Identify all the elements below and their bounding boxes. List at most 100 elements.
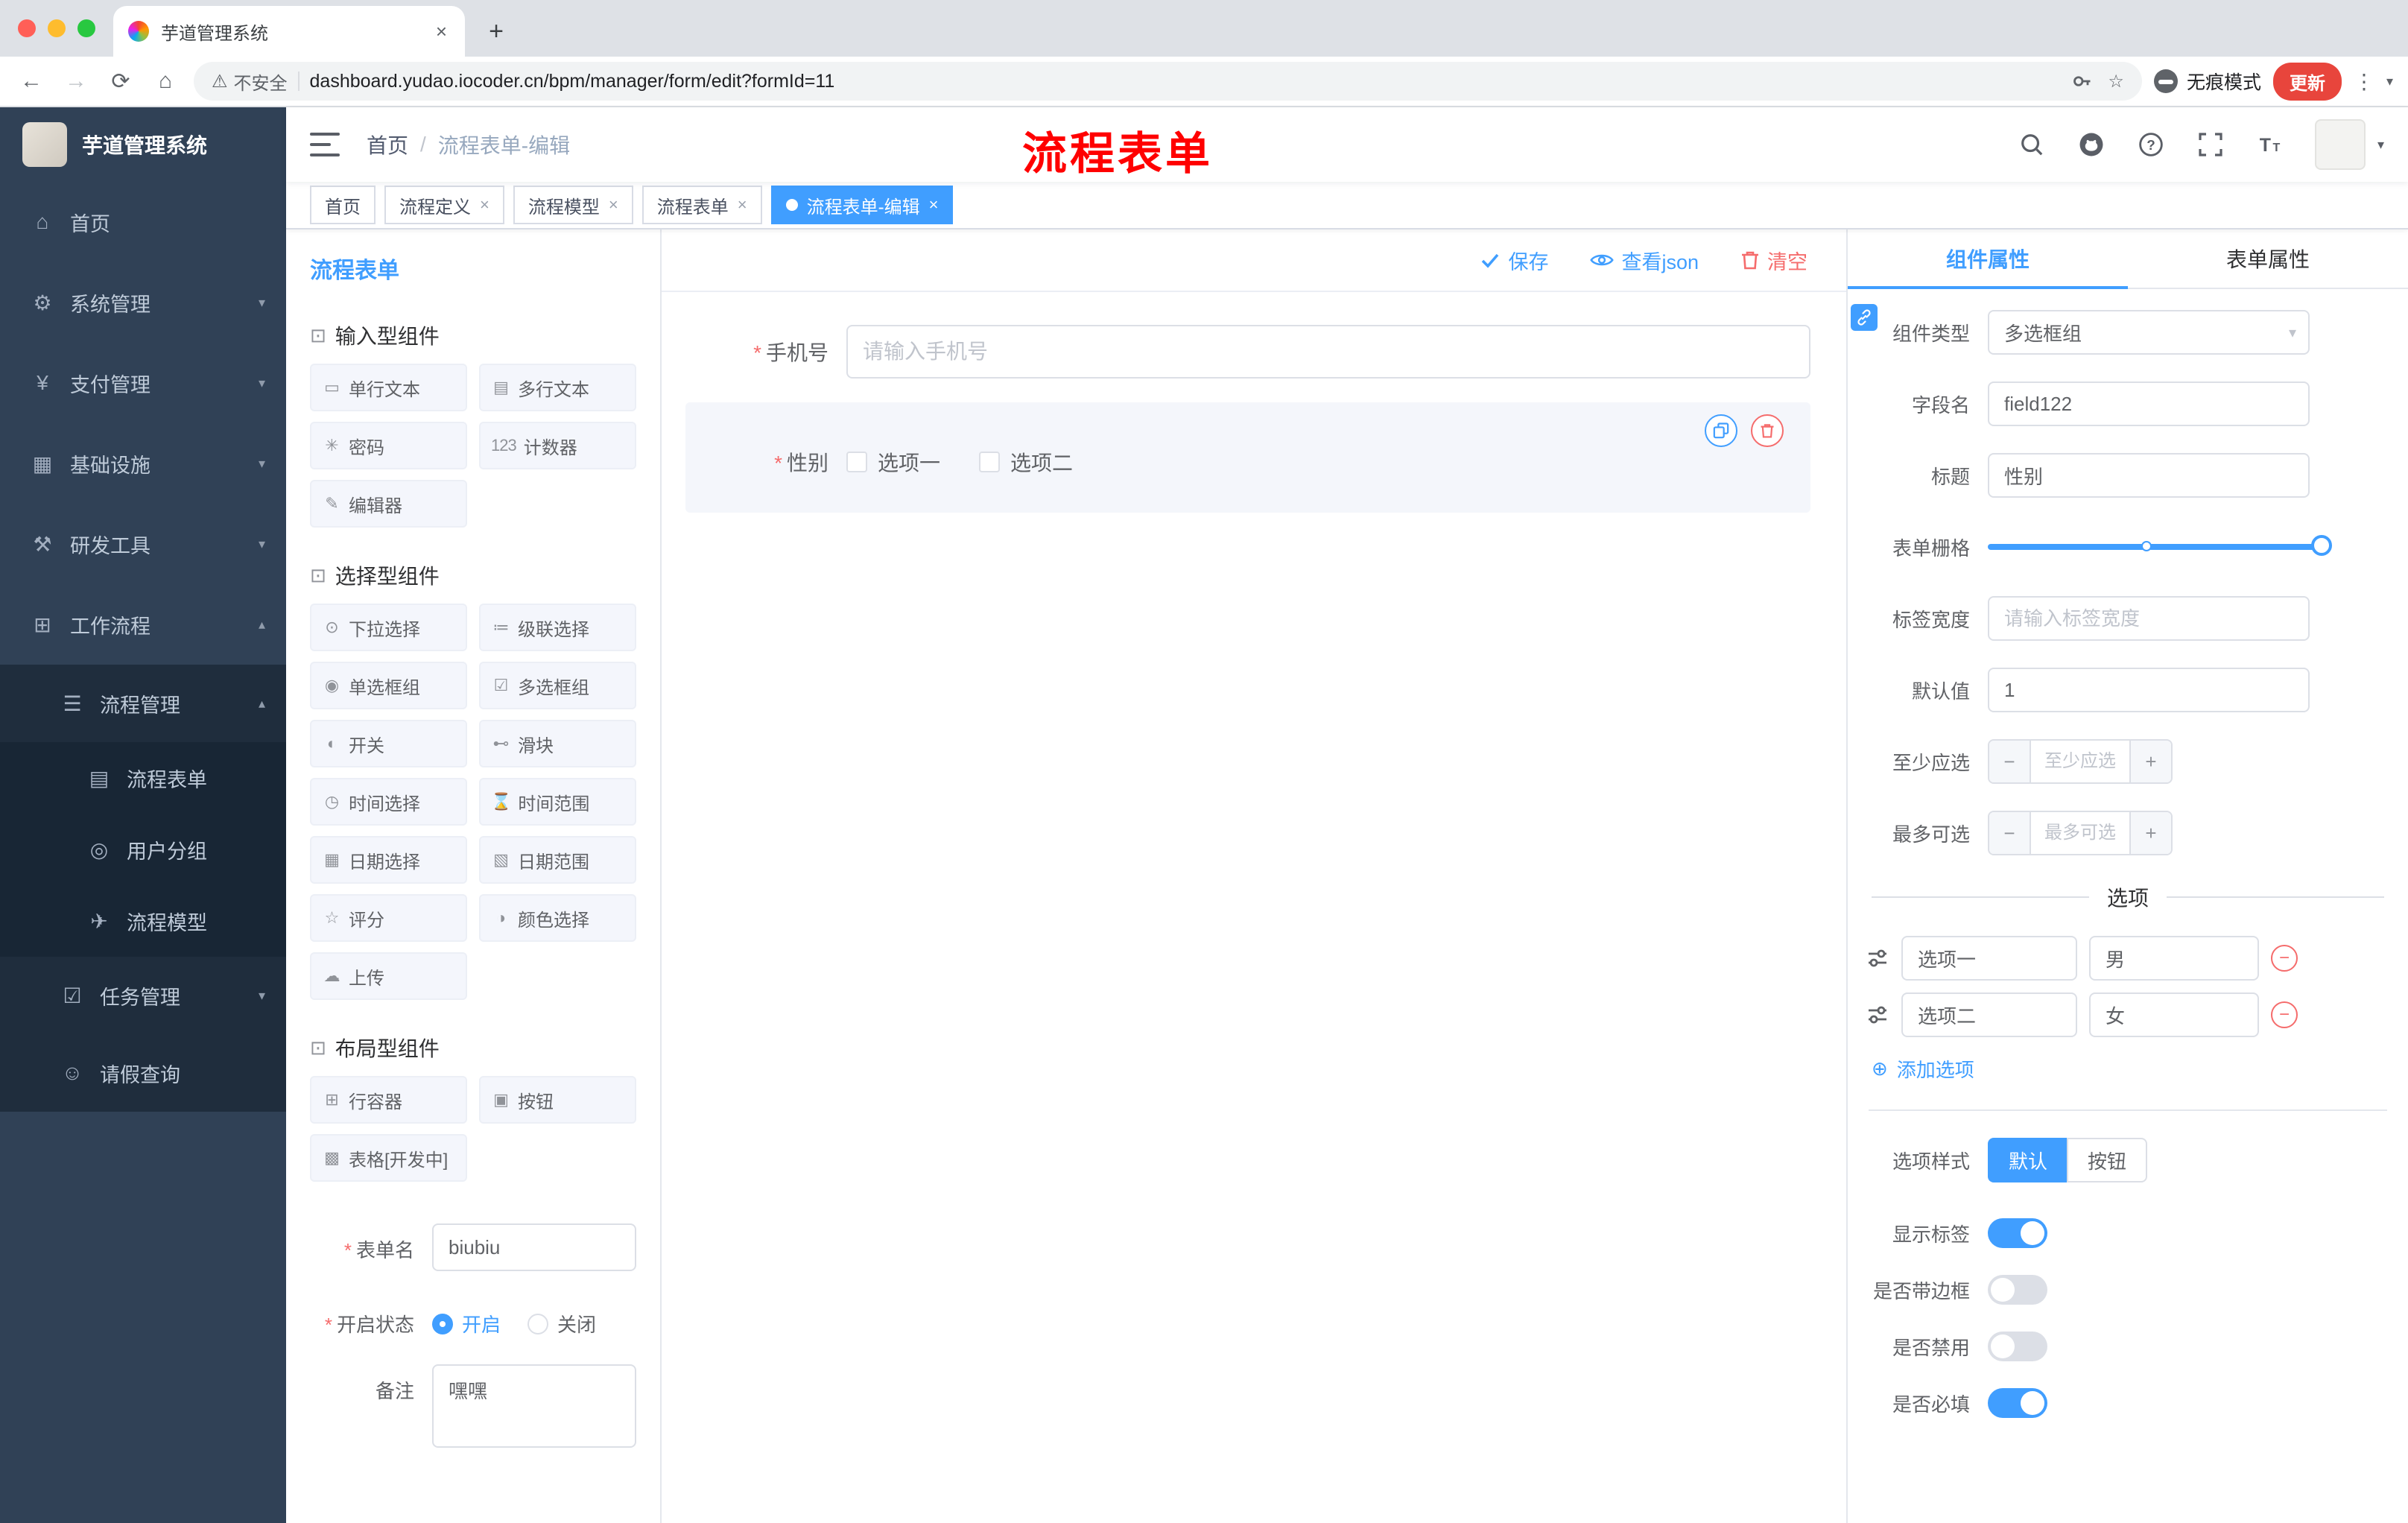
chip-cascader[interactable]: ≔ 级联选择: [479, 604, 636, 651]
github-icon[interactable]: [2076, 130, 2106, 159]
chip-button[interactable]: ▣ 按钮: [479, 1076, 636, 1124]
sidebar-item-process-management[interactable]: ☰ 流程管理 ▴: [0, 665, 286, 742]
field-name-input[interactable]: [1988, 381, 2310, 426]
link-icon[interactable]: [1851, 304, 1878, 331]
option-value-input[interactable]: [2089, 992, 2259, 1037]
chip-slider[interactable]: ⊷ 滑块: [479, 720, 636, 767]
chip-switch[interactable]: ◐ 开关: [310, 720, 467, 767]
minimize-window-button[interactable]: [48, 19, 66, 37]
browser-tab[interactable]: 芋道管理系统 ×: [113, 6, 465, 57]
chip-password[interactable]: ✳ 密码: [310, 422, 467, 469]
label-width-input[interactable]: [1988, 596, 2310, 641]
maximize-window-button[interactable]: [77, 19, 95, 37]
font-size-icon[interactable]: TT: [2255, 130, 2285, 159]
close-icon[interactable]: ×: [480, 195, 489, 215]
tab-component-props[interactable]: 组件属性: [1848, 229, 2128, 289]
gender-option2-checkbox[interactable]: 选项二: [979, 447, 1073, 477]
sidebar-item-system[interactable]: ⚙ 系统管理 ▾: [0, 262, 286, 343]
sidebar-item-process-model[interactable]: ✈ 流程模型: [0, 885, 286, 957]
drag-handle-icon[interactable]: [1866, 946, 1889, 970]
close-icon[interactable]: ×: [929, 195, 939, 215]
chip-counter[interactable]: 123 计数器: [479, 422, 636, 469]
remove-option-button[interactable]: −: [2271, 1001, 2298, 1028]
chip-table-dev[interactable]: ▩ 表格[开发中]: [310, 1134, 467, 1182]
tag-process-form[interactable]: 流程表单 ×: [641, 186, 762, 224]
option-label-input[interactable]: [1901, 992, 2077, 1037]
grid-slider[interactable]: [1988, 525, 2332, 569]
add-option-button[interactable]: ⊕ 添加选项: [1872, 1055, 2390, 1083]
chip-time-range[interactable]: ⌛ 时间范围: [479, 778, 636, 826]
hamburger-icon[interactable]: [310, 133, 340, 156]
gender-option1-checkbox[interactable]: 选项一: [846, 447, 940, 477]
browser-update-button[interactable]: 更新: [2272, 62, 2342, 101]
field-gender-selected[interactable]: 性别 选项一 选项二: [685, 402, 1810, 513]
chip-date-range[interactable]: ▧ 日期范围: [479, 836, 636, 884]
back-icon[interactable]: ←: [15, 65, 48, 98]
chip-row-container[interactable]: ⊞ 行容器: [310, 1076, 467, 1124]
tag-process-definition[interactable]: 流程定义 ×: [384, 186, 504, 224]
drag-handle-icon[interactable]: [1866, 1003, 1889, 1027]
chevron-down-icon[interactable]: ▾: [2386, 74, 2393, 89]
clear-button[interactable]: 清空: [1740, 246, 1807, 275]
title-input[interactable]: [1988, 453, 2310, 498]
fullscreen-icon[interactable]: [2196, 130, 2225, 159]
option-label-input[interactable]: [1901, 936, 2077, 981]
sidebar-item-payment[interactable]: ¥ 支付管理 ▾: [0, 343, 286, 423]
chip-select[interactable]: ⊙ 下拉选择: [310, 604, 467, 651]
slider-handle[interactable]: [2311, 535, 2332, 556]
option-value-input[interactable]: [2089, 936, 2259, 981]
border-toggle[interactable]: [1988, 1275, 2047, 1305]
sidebar-item-infrastructure[interactable]: ▦ 基础设施 ▾: [0, 423, 286, 504]
disabled-toggle[interactable]: [1988, 1332, 2047, 1361]
sidebar-item-leave-query[interactable]: ☺ 请假查询: [0, 1034, 286, 1112]
max-select-input[interactable]: [2031, 812, 2129, 854]
style-default-button[interactable]: 默认: [1988, 1138, 2068, 1182]
delete-component-button[interactable]: [1751, 414, 1784, 447]
style-button-button[interactable]: 按钮: [2067, 1138, 2148, 1182]
help-icon[interactable]: ?: [2136, 130, 2166, 159]
sidebar-item-home[interactable]: ⌂ 首页: [0, 182, 286, 262]
component-type-select[interactable]: ▾: [1988, 310, 2310, 355]
show-label-toggle[interactable]: [1988, 1218, 2047, 1248]
tag-process-form-edit[interactable]: 流程表单-编辑 ×: [770, 186, 954, 224]
close-icon[interactable]: ×: [738, 195, 747, 215]
new-tab-button[interactable]: +: [477, 12, 516, 51]
close-tab-icon[interactable]: ×: [433, 20, 450, 43]
view-json-button[interactable]: 查看json: [1590, 246, 1699, 275]
close-window-button[interactable]: [18, 19, 36, 37]
security-warning[interactable]: ⚠ 不安全: [212, 69, 288, 95]
tab-form-props[interactable]: 表单属性: [2128, 229, 2408, 288]
plus-button[interactable]: +: [2129, 741, 2171, 782]
plus-button[interactable]: +: [2129, 812, 2171, 854]
default-value-input[interactable]: [1988, 668, 2310, 712]
breadcrumb-home[interactable]: 首页: [367, 130, 408, 159]
bookmark-star-icon[interactable]: ☆: [2108, 71, 2124, 92]
sidebar-item-user-group[interactable]: ◎ 用户分组: [0, 814, 286, 885]
reload-icon[interactable]: ⟳: [104, 65, 137, 98]
search-icon[interactable]: [2017, 130, 2047, 159]
chip-rate[interactable]: ☆ 评分: [310, 894, 467, 942]
sidebar-item-task-management[interactable]: ☑ 任务管理 ▾: [0, 957, 286, 1034]
form-remark-textarea[interactable]: 嘿嘿: [432, 1364, 636, 1448]
sidebar-item-process-form[interactable]: ▤ 流程表单: [0, 742, 286, 814]
tag-home[interactable]: 首页: [310, 186, 376, 224]
forward-icon[interactable]: →: [60, 65, 92, 98]
save-button[interactable]: 保存: [1480, 246, 1548, 275]
home-icon[interactable]: ⌂: [149, 65, 182, 98]
sidebar-item-devtools[interactable]: ⚒ 研发工具 ▾: [0, 504, 286, 584]
chip-single-line-text[interactable]: ▭ 单行文本: [310, 364, 467, 411]
min-select-input[interactable]: [2031, 741, 2129, 782]
remove-option-button[interactable]: −: [2271, 945, 2298, 972]
minus-button[interactable]: −: [1989, 812, 2031, 854]
chip-date-picker[interactable]: ▦ 日期选择: [310, 836, 467, 884]
chip-color-picker[interactable]: ◑ 颜色选择: [479, 894, 636, 942]
required-toggle[interactable]: [1988, 1388, 2047, 1418]
close-icon[interactable]: ×: [609, 195, 618, 215]
field-phone[interactable]: 手机号: [685, 325, 1810, 379]
status-off-radio[interactable]: 关闭: [527, 1310, 596, 1337]
phone-input[interactable]: [846, 325, 1810, 379]
sidebar-item-workflow[interactable]: ⊞ 工作流程 ▴: [0, 584, 286, 665]
form-name-input[interactable]: [432, 1223, 636, 1271]
chip-multi-line-text[interactable]: ▤ 多行文本: [479, 364, 636, 411]
chevron-down-icon[interactable]: ▾: [2377, 137, 2384, 153]
